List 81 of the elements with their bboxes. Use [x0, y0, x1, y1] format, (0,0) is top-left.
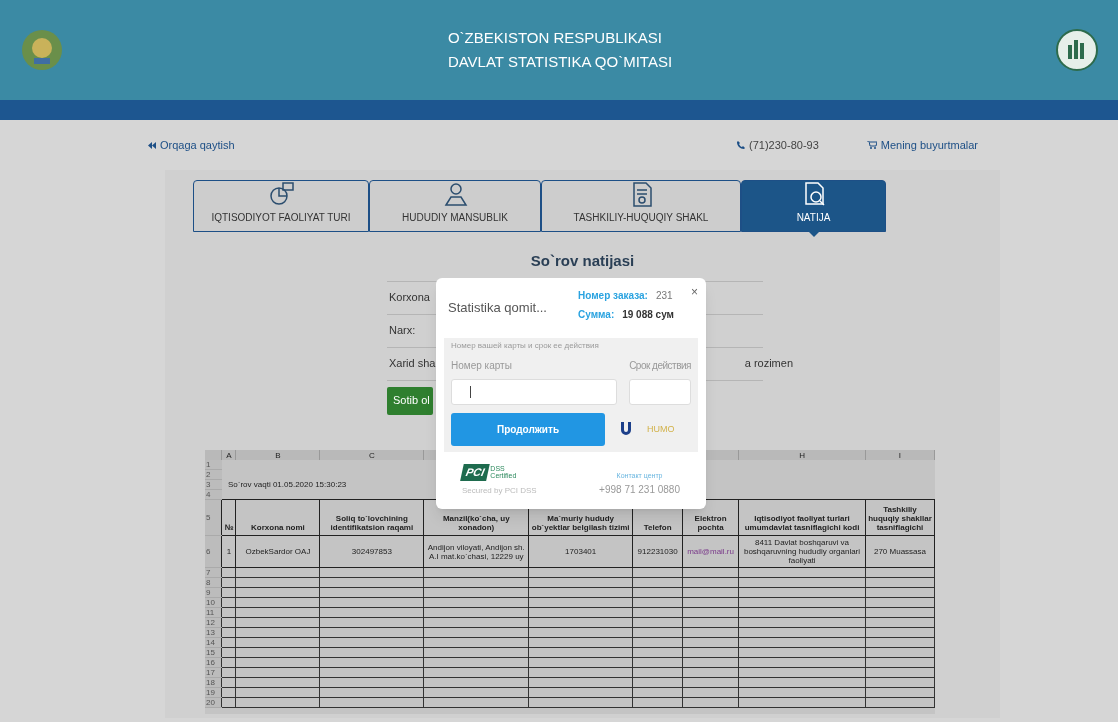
column-letter: B	[275, 450, 281, 460]
phone-icon	[737, 141, 746, 149]
table-cell: 912231030	[637, 547, 678, 556]
row-number: 8	[206, 578, 211, 587]
field-label: Narx:	[389, 323, 416, 339]
cart-icon	[866, 141, 877, 149]
contact-phone: +998 71 231 0880	[599, 482, 680, 497]
card-number-field[interactable]	[451, 379, 617, 405]
row-number: 20	[206, 698, 215, 707]
tab-pointer-icon	[807, 231, 820, 237]
pci-logo: PCI	[460, 464, 491, 481]
tab[interactable]: IQTISODIYOT FAOLIYAT TURI	[193, 180, 369, 232]
table-cell: 1703401	[565, 547, 597, 556]
column-header: Korxona nomi	[251, 523, 305, 532]
column-header: №	[224, 523, 234, 532]
column-header: Telefon	[643, 523, 672, 532]
row-number: 5	[206, 513, 211, 522]
row-number: 15	[206, 648, 215, 657]
column-header: Tashkiliy huquqiy shakllar tasniflagichi	[868, 505, 932, 532]
tab[interactable]: TASHKILIY-HUQUQIY SHAKL	[541, 180, 741, 232]
logo-icon	[1056, 29, 1098, 71]
phone-number: (71)230-80-93	[737, 136, 819, 154]
row-number: 17	[206, 668, 215, 677]
row-number: 4	[206, 490, 211, 499]
row-number: 13	[206, 628, 215, 637]
card-brand-name: HUMO	[647, 422, 675, 436]
column-header: Iqtisodiyot faoliyat turlari umumdavlat tasniflagichi kodi	[744, 514, 860, 532]
row-number: 16	[206, 658, 215, 667]
column-letter: C	[368, 450, 375, 460]
site-title: DAVLAT STATISTIKA QO`MITASI	[447, 52, 673, 72]
site-title: O`ZBEKISTON RESPUBLIKASI	[447, 28, 662, 48]
orders-link[interactable]: Mening buyurtmalar	[866, 136, 978, 154]
order-label: Номер заказа:	[578, 289, 648, 303]
row-number: 9	[206, 588, 211, 597]
back-link[interactable]: Orqaga qaytish	[148, 136, 235, 154]
expiry-label: Срок действия	[629, 359, 691, 373]
sum-amount: 19 088 сум	[622, 308, 674, 322]
merchant-name: Statistika qomit...	[448, 299, 548, 317]
sheet-timestamp: So`rov vaqti 01.05.2020 15:30:23	[228, 480, 347, 489]
row-number: 6	[206, 547, 211, 556]
continue-button[interactable]: Продолжить	[451, 413, 605, 446]
order-number: 231	[655, 289, 673, 303]
card-hint: Номер вашей карты и срок ее действия	[451, 340, 600, 352]
result-title: So`rov natijasi	[529, 251, 636, 271]
chart-icon	[268, 181, 294, 207]
row-number: 18	[206, 678, 215, 687]
table-cell: mail@mail.ru	[687, 547, 734, 556]
row-number: 1	[206, 460, 211, 469]
column-header: Soliq to`lovchining identifikatsion raqami	[330, 514, 414, 532]
row-number: 2	[206, 470, 211, 479]
column-letter: I	[898, 450, 902, 460]
column-letter: A	[226, 450, 232, 460]
table-cell: 1	[226, 547, 232, 556]
table-cell: 270 Muassasa	[873, 547, 926, 556]
row-number: 10	[206, 598, 215, 607]
card-number-label: Номер карты	[451, 359, 512, 373]
expiry-field[interactable]	[629, 379, 691, 405]
table-cell: Andijon viloyati, Andijon sh. A.I mat.ko`chasi, 12229 uy	[427, 542, 525, 561]
row-number: 12	[206, 618, 215, 627]
row-number: 3	[206, 480, 211, 489]
table-cell: 302497853	[351, 547, 392, 556]
column-letter: H	[799, 450, 805, 460]
table-cell: 8411 Davlat boshqaruvi va boshqaruvning hududiy organlari faoliyati	[743, 538, 861, 565]
row-number: 19	[206, 688, 215, 697]
column-header: Elektron pochta	[694, 514, 727, 532]
column-header: Ma`muriy hududy ob`yektlar belgilash tizimi	[531, 514, 630, 532]
tab[interactable]: HUDUDIY MANSUBLIK	[369, 180, 541, 232]
table-cell: OzbekSardor OAJ	[245, 547, 311, 556]
card-brand-icon	[619, 421, 633, 438]
row-number: 11	[206, 608, 215, 617]
column-header: Manzil(ko`cha, uy xonadon)	[442, 514, 510, 532]
back-icon	[148, 141, 156, 149]
close-button[interactable]: ×	[691, 286, 698, 298]
sum-label: Сумма:	[578, 308, 615, 322]
emblem-icon	[20, 28, 64, 72]
buy-button[interactable]: Sotib ol	[387, 386, 433, 415]
field-value: a rozimen	[744, 356, 793, 372]
field-label: Xarid sha	[389, 356, 436, 372]
row-number: 7	[206, 568, 211, 577]
row-number: 14	[206, 638, 215, 647]
field-label: Korxona	[389, 290, 430, 306]
